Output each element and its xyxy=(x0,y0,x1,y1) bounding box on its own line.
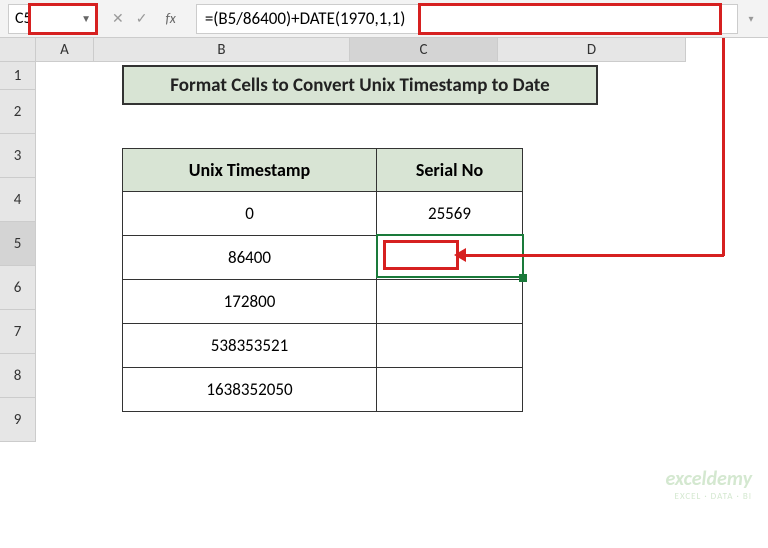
row-header-8[interactable]: 8 xyxy=(0,354,36,398)
row-header-5[interactable]: 5 xyxy=(0,222,36,266)
row-header-9[interactable]: 9 xyxy=(0,398,36,442)
header-timestamp[interactable]: Unix Timestamp xyxy=(123,149,377,192)
row-header-7[interactable]: 7 xyxy=(0,310,36,354)
fx-icon[interactable]: fx xyxy=(159,10,181,27)
cell-reference: C5 xyxy=(15,9,32,28)
row-header-2[interactable]: 2 xyxy=(0,90,36,134)
data-table: Unix Timestamp Serial No 0 25569 86400 1… xyxy=(122,148,523,412)
cell-timestamp[interactable]: 538353521 xyxy=(123,324,377,368)
expand-formula-icon[interactable]: ▾ xyxy=(742,12,760,25)
column-headers: A B C D xyxy=(36,38,686,62)
row-header-3[interactable]: 3 xyxy=(0,134,36,178)
table-row: 172800 xyxy=(123,280,523,324)
watermark-brand: exceldemy xyxy=(666,467,752,491)
cell-timestamp[interactable]: 86400 xyxy=(123,236,377,280)
column-header-A[interactable]: A xyxy=(36,38,94,62)
cell-serial[interactable] xyxy=(377,236,523,280)
header-serial[interactable]: Serial No xyxy=(377,149,523,192)
table-row: 0 25569 xyxy=(123,192,523,236)
cell-timestamp[interactable]: 1638352050 xyxy=(123,368,377,412)
table-header-row: Unix Timestamp Serial No xyxy=(123,149,523,192)
cell-timestamp[interactable]: 172800 xyxy=(123,280,377,324)
row-headers: 1 2 3 4 5 6 7 8 9 xyxy=(0,62,36,442)
row-header-1[interactable]: 1 xyxy=(0,62,36,90)
formula-text: =(B5/86400)+DATE(1970,1,1) xyxy=(205,8,406,29)
cell-serial[interactable] xyxy=(377,280,523,324)
chevron-down-icon[interactable]: ▼ xyxy=(81,12,91,25)
row-header-4[interactable]: 4 xyxy=(0,178,36,222)
cell-serial[interactable] xyxy=(377,324,523,368)
cell-serial[interactable] xyxy=(377,368,523,412)
table-row: 86400 xyxy=(123,236,523,280)
table-row: 1638352050 xyxy=(123,368,523,412)
cell-timestamp[interactable]: 0 xyxy=(123,192,377,236)
row-header-6[interactable]: 6 xyxy=(0,266,36,310)
watermark: exceldemy EXCEL · DATA · BI xyxy=(666,467,752,502)
column-header-B[interactable]: B xyxy=(94,38,350,62)
cancel-icon[interactable]: ✕ xyxy=(112,10,124,27)
name-box[interactable]: C5 ▼ xyxy=(8,4,98,34)
table-row: 538353521 xyxy=(123,324,523,368)
formula-input[interactable]: =(B5/86400)+DATE(1970,1,1) xyxy=(196,4,738,34)
formula-bar: C5 ▼ ✕ ✓ fx =(B5/86400)+DATE(1970,1,1) ▾ xyxy=(0,0,768,38)
formula-bar-buttons: ✕ ✓ fx xyxy=(102,10,192,27)
select-all-corner[interactable] xyxy=(0,38,36,62)
annotation-arrow-vertical xyxy=(722,38,725,256)
column-header-D[interactable]: D xyxy=(498,38,686,62)
enter-icon[interactable]: ✓ xyxy=(136,10,148,27)
page-title: Format Cells to Convert Unix Timestamp t… xyxy=(122,65,598,105)
cell-serial[interactable]: 25569 xyxy=(377,192,523,236)
watermark-tagline: EXCEL · DATA · BI xyxy=(666,491,752,502)
column-header-C[interactable]: C xyxy=(350,38,498,62)
